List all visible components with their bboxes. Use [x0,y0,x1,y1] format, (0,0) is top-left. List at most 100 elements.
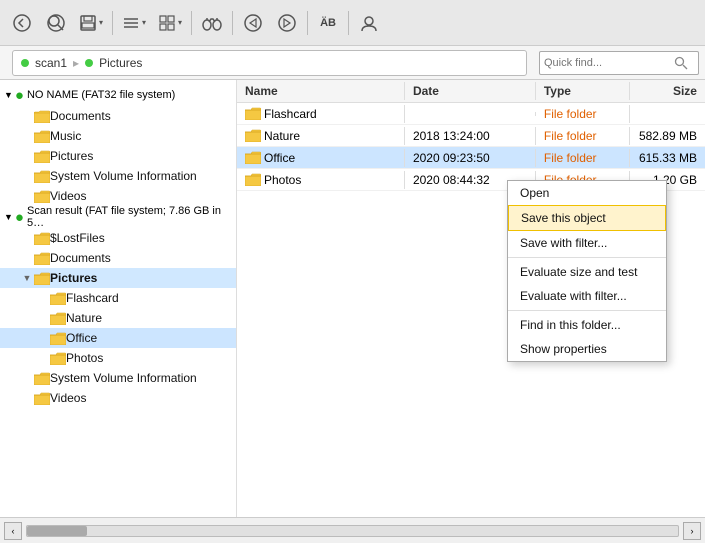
sidebar-item-nature[interactable]: Nature [0,308,236,328]
col-header-date[interactable]: Date [405,82,536,100]
sidebar-label-pictures-1: Pictures [50,149,93,163]
sidebar-label-sysvolinfo-2: System Volume Information [50,371,197,385]
scroll-prev-button[interactable]: ‹ [4,522,22,540]
file-row-flashcard[interactable]: Flashcard File folder [237,103,705,125]
folder-icon [245,173,261,186]
file-size-flashcard [630,112,705,116]
grid-group-button[interactable]: ▾ [153,7,187,39]
ab-button[interactable]: ÄB [312,7,344,39]
context-menu-sep-1 [508,257,666,258]
file-type-nature: File folder [536,127,630,145]
back-button[interactable] [6,7,38,39]
folder-icon [34,170,50,183]
sidebar-label-music: Music [50,129,81,143]
save-this-object-menu-item[interactable]: Save this object [508,205,666,231]
file-list-header: Name Date Type Size [237,80,705,103]
sep1 [112,11,113,35]
sidebar-item-pictures-2[interactable]: ▼ Pictures [0,268,236,288]
folder-icon [34,232,50,245]
file-type-flashcard: File folder [536,105,630,123]
main-layout: ▼ ● NO NAME (FAT32 file system) Document… [0,80,705,517]
section-expand-1: ▼ [4,90,13,100]
sidebar-label-documents-2: Documents [50,251,111,265]
sidebar-item-documents-1[interactable]: Documents [0,106,236,126]
file-date-office: 2020 09:23:50 [405,149,536,167]
drive-icon-1: ● [15,87,24,104]
top-bar: scan1 ▸ Pictures [0,46,705,80]
folder-icon-open [34,272,50,285]
user-button[interactable] [353,7,385,39]
sidebar-item-sysvolinfo-2[interactable]: System Volume Information [0,368,236,388]
file-name-nature: Nature [237,127,405,145]
col-header-type[interactable]: Type [536,82,630,100]
bottom-bar: ‹ › [0,517,705,543]
prev-media-button[interactable] [237,7,269,39]
scroll-next-button[interactable]: › [683,522,701,540]
search-box[interactable] [539,51,699,75]
breadcrumb-dot-2 [85,59,93,67]
binoculars-button[interactable] [196,7,228,39]
file-row-nature[interactable]: Nature 2018 13:24:00 File folder 582.89 … [237,125,705,147]
sidebar-label-videos-2: Videos [50,391,86,405]
sidebar-label-flashcard: Flashcard [66,291,119,305]
breadcrumb-sep: ▸ [73,56,79,70]
evaluate-filter-menu-item[interactable]: Evaluate with filter... [508,284,666,308]
breadcrumb-item-pictures[interactable]: Pictures [99,56,142,70]
sidebar-label-documents-1: Documents [50,109,111,123]
folder-icon [245,151,261,164]
sidebar-item-pictures-1[interactable]: Pictures [0,146,236,166]
save-with-filter-menu-item[interactable]: Save with filter... [508,231,666,255]
sidebar-item-flashcard[interactable]: Flashcard [0,288,236,308]
section-expand-2: ▼ [4,212,13,222]
scroll-track[interactable] [26,525,679,537]
search-input[interactable] [544,57,674,69]
folder-icon [34,150,50,163]
toolbar: ▾ ▾ ▾ ÄB [0,0,705,46]
sidebar-label-office: Office [66,331,97,345]
folder-icon [34,110,50,123]
sidebar-item-sysvolinfo-1[interactable]: System Volume Information [0,166,236,186]
file-size-nature: 582.89 MB [630,127,705,145]
pictures-expand-icon[interactable]: ▼ [20,271,34,285]
folder-icon [245,129,261,142]
sidebar-item-videos-1[interactable]: Videos [0,186,236,206]
sidebar-item-music[interactable]: Music [0,126,236,146]
sidebar-section-scan-label: Scan result (FAT file system; 7.86 GB in… [27,205,232,229]
sidebar-label-photos: Photos [66,351,103,365]
next-media-button[interactable] [271,7,303,39]
scroll-thumb[interactable] [27,526,87,536]
sidebar-item-office[interactable]: Office [0,328,236,348]
sidebar-label-lostfiles: $LostFiles [50,231,105,245]
breadcrumb-dot-1 [21,59,29,67]
context-menu-sep-2 [508,310,666,311]
show-properties-menu-item[interactable]: Show properties [508,337,666,361]
breadcrumb-bar[interactable]: scan1 ▸ Pictures [12,50,527,76]
sidebar-item-photos[interactable]: Photos [0,348,236,368]
sidebar-label-videos-1: Videos [50,189,86,203]
sidebar-item-videos-2[interactable]: Videos [0,388,236,408]
folder-icon [34,392,50,405]
folder-icon [245,107,261,120]
sep4 [307,11,308,35]
folder-icon [34,190,50,203]
sidebar-item-lostfiles[interactable]: $LostFiles [0,228,236,248]
save-group-button[interactable]: ▾ [74,7,108,39]
evaluate-size-menu-item[interactable]: Evaluate size and test [508,260,666,284]
context-menu: Open Save this object Save with filter..… [507,180,667,362]
folder-icon [50,332,66,345]
sidebar-label-pictures-2: Pictures [50,271,97,285]
breadcrumb-item-scan[interactable]: scan1 [35,56,67,70]
col-header-name[interactable]: Name [237,82,405,100]
col-header-size[interactable]: Size [630,82,705,100]
folder-icon [50,352,66,365]
open-menu-item[interactable]: Open [508,181,666,205]
sidebar-section-noname[interactable]: ▼ ● NO NAME (FAT32 file system) [0,84,236,106]
sidebar-item-documents-2[interactable]: Documents [0,248,236,268]
file-date-nature: 2018 13:24:00 [405,127,536,145]
file-row-office[interactable]: Office 2020 09:23:50 File folder 615.33 … [237,147,705,169]
search-button[interactable] [40,7,72,39]
list-group-button[interactable]: ▾ [117,7,151,39]
sep5 [348,11,349,35]
find-folder-menu-item[interactable]: Find in this folder... [508,313,666,337]
sidebar-section-scan[interactable]: ▼ ● Scan result (FAT file system; 7.86 G… [0,206,236,228]
